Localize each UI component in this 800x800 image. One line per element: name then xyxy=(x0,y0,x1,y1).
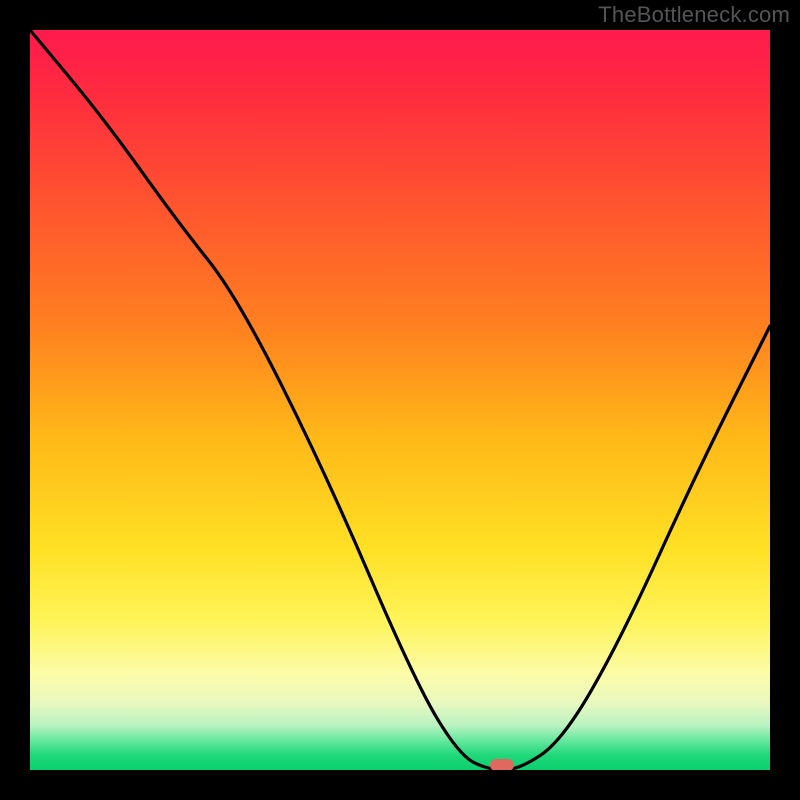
plot-area xyxy=(30,30,770,770)
bottleneck-curve xyxy=(30,30,770,770)
chart-frame: TheBottleneck.com xyxy=(0,0,800,800)
watermark-text: TheBottleneck.com xyxy=(598,2,790,28)
optimum-marker xyxy=(490,759,514,770)
